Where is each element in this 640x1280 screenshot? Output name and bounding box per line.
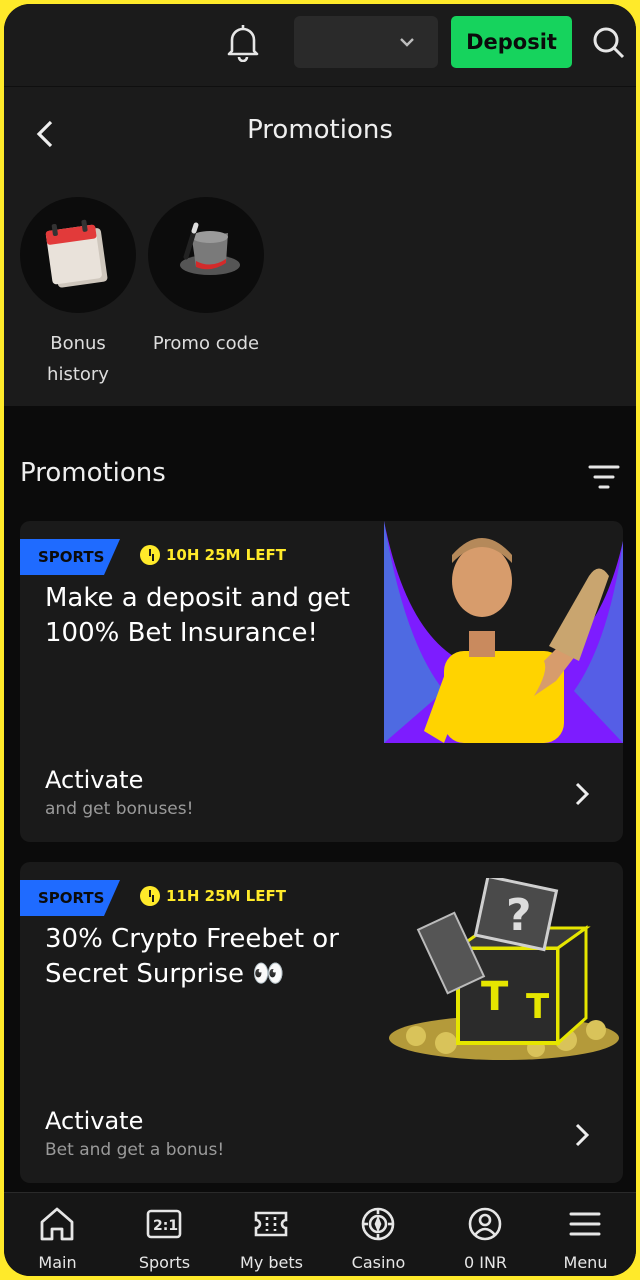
account-icon bbox=[468, 1207, 502, 1241]
category-tag: SPORTS bbox=[20, 539, 120, 575]
phone-frame: Deposit Promotions Bonus history Promo c… bbox=[4, 4, 636, 1276]
promo-code-label-line1: Promo code bbox=[152, 333, 260, 354]
timer-text: 10H 25M LEFT bbox=[166, 546, 286, 564]
chevron-right-icon[interactable] bbox=[573, 781, 591, 807]
svg-text:?: ? bbox=[506, 890, 532, 941]
activate-label: Activate bbox=[45, 1107, 144, 1135]
promo-card[interactable]: SPORTS 11H 25M LEFT 30% Crypto Freebet o… bbox=[20, 862, 623, 1183]
nav-item-menu[interactable]: Menu bbox=[532, 1193, 636, 1276]
nav-label-main: Main bbox=[38, 1253, 77, 1272]
currency-select[interactable] bbox=[294, 16, 438, 68]
magic-hat-icon bbox=[180, 222, 240, 275]
countdown-timer: 11H 25M LEFT bbox=[140, 886, 286, 906]
casino-chip-icon bbox=[361, 1207, 395, 1241]
section-title: Promotions bbox=[20, 458, 166, 488]
search-icon[interactable] bbox=[592, 26, 626, 60]
nav-label-sports: Sports bbox=[138, 1253, 191, 1272]
promo-image-mystery-box: ? T T bbox=[389, 878, 619, 1060]
home-icon bbox=[40, 1207, 74, 1241]
clock-icon bbox=[140, 886, 160, 906]
promo-code-label: Promo code bbox=[138, 328, 274, 359]
bottom-nav: Main 2:1 Sports My bets Casino 0 INR Men… bbox=[4, 1192, 636, 1276]
bonus-history-button[interactable] bbox=[20, 197, 136, 313]
bonus-history-label: Bonus history bbox=[20, 328, 136, 390]
calendar-icon bbox=[45, 219, 108, 288]
timer-text: 11H 25M LEFT bbox=[166, 887, 286, 905]
bonus-history-label-line2: history bbox=[47, 364, 109, 385]
ticket-icon bbox=[254, 1211, 288, 1237]
page-title: Promotions bbox=[247, 115, 393, 145]
promo-card[interactable]: SPORTS 10H 25M LEFT Make a deposit and g… bbox=[20, 521, 623, 842]
bell-icon[interactable] bbox=[224, 22, 262, 62]
chevron-right-icon[interactable] bbox=[573, 1122, 591, 1148]
nav-item-casino[interactable]: Casino bbox=[325, 1193, 432, 1276]
nav-label-account: 0 INR bbox=[463, 1253, 508, 1272]
promotions-header: Promotions Bonus history Promo code bbox=[4, 86, 636, 406]
activate-label: Activate bbox=[45, 766, 144, 794]
clock-icon bbox=[140, 545, 160, 565]
nav-item-main[interactable]: Main bbox=[4, 1193, 111, 1276]
svg-text:T: T bbox=[481, 974, 509, 1020]
bonus-history-label-line1: Bonus bbox=[50, 333, 106, 354]
menu-icon bbox=[569, 1212, 601, 1236]
nav-label-menu: Menu bbox=[563, 1253, 608, 1272]
svg-text:T: T bbox=[526, 987, 550, 1027]
nav-label-my-bets: My bets bbox=[240, 1253, 303, 1272]
filter-icon[interactable] bbox=[588, 463, 620, 491]
scoreboard-icon: 2:1 bbox=[146, 1209, 182, 1239]
activate-sub: and get bonuses! bbox=[45, 799, 194, 819]
countdown-timer: 10H 25M LEFT bbox=[140, 545, 286, 565]
nav-item-account[interactable]: 0 INR bbox=[432, 1193, 539, 1276]
promo-headline: 30% Crypto Freebet or Secret Surprise 👀 bbox=[45, 924, 339, 989]
activate-sub: Bet and get a bonus! bbox=[45, 1140, 225, 1160]
nav-item-sports[interactable]: 2:1 Sports bbox=[111, 1193, 218, 1276]
nav-label-casino: Casino bbox=[351, 1253, 406, 1272]
chevron-down-icon bbox=[400, 38, 414, 47]
promo-headline: Make a deposit and get 100% Bet Insuranc… bbox=[45, 583, 350, 648]
top-bar: Deposit bbox=[4, 4, 636, 86]
category-tag: SPORTS bbox=[20, 880, 120, 916]
promo-image-cricketer bbox=[384, 521, 623, 743]
nav-item-my-bets[interactable]: My bets bbox=[218, 1193, 325, 1276]
svg-text:2:1: 2:1 bbox=[153, 1218, 178, 1234]
promo-code-button[interactable] bbox=[148, 197, 264, 313]
deposit-button[interactable]: Deposit bbox=[451, 16, 572, 68]
